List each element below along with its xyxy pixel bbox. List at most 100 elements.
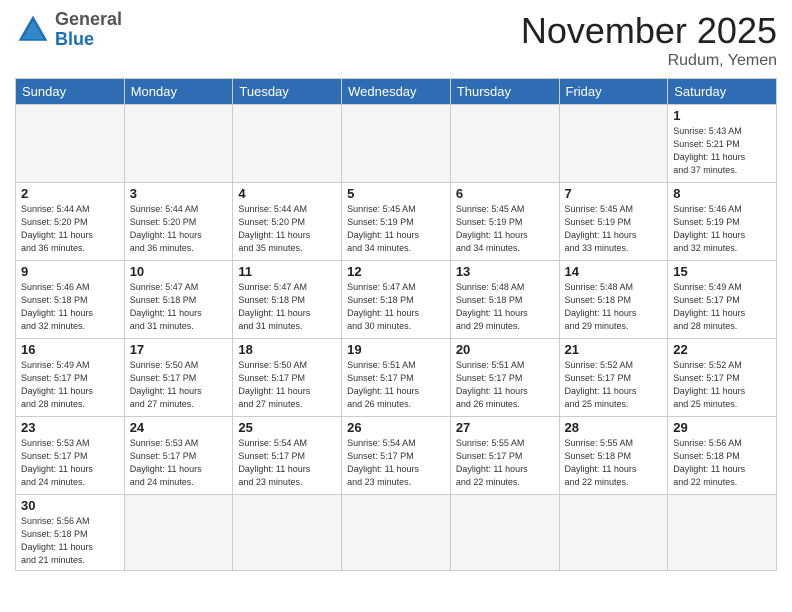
- calendar-cell: 3Sunrise: 5:44 AM Sunset: 5:20 PM Daylig…: [124, 183, 233, 261]
- calendar-cell: 2 Sunrise: 5:44 AM Sunset: 5:20 PM Daylig…: [16, 183, 125, 261]
- day-info: Sunrise: 5:49 AM Sunset: 5:17 PM Dayligh…: [21, 359, 119, 411]
- day-number: 15: [673, 264, 771, 279]
- day-info: Sunrise: 5:45 AM Sunset: 5:19 PM Dayligh…: [456, 203, 554, 255]
- header-saturday: Saturday: [668, 79, 777, 105]
- calendar-cell: 23 Sunrise: 5:53 AM Sunset: 5:17 PM Dayli…: [16, 417, 125, 495]
- logo-text: General Blue: [55, 10, 122, 50]
- logo-icon: [15, 12, 51, 48]
- day-info: Sunrise: 5:47 AM Sunset: 5:18 PM Dayligh…: [130, 281, 228, 333]
- day-number: 8: [673, 186, 771, 201]
- calendar-cell: 22 Sunrise: 5:52 AM Sunset: 5:17 PM Dayli…: [668, 339, 777, 417]
- day-info: Sunrise: 5:47 AM Sunset: 5:18 PM Dayligh…: [238, 281, 336, 333]
- day-info: Sunrise: 5:46 AM Sunset: 5:19 PM Dayligh…: [673, 203, 771, 255]
- day-info: Sunrise: 5:53 AM Sunset: 5:17 PM Dayligh…: [21, 437, 119, 489]
- day-info: Sunrise: 5:55 AM Sunset: 5:18 PM Dayligh…: [565, 437, 663, 489]
- day-number: 16: [21, 342, 119, 357]
- calendar-cell: 5 Sunrise: 5:45 AM Sunset: 5:19 PM Daylig…: [342, 183, 451, 261]
- day-number: 30: [21, 498, 119, 513]
- day-info: Sunrise: 5:54 AM Sunset: 5:17 PM Dayligh…: [238, 437, 336, 489]
- day-number: 23: [21, 420, 119, 435]
- calendar-cell: 15 Sunrise: 5:49 AM Sunset: 5:17 PM Dayli…: [668, 261, 777, 339]
- calendar-cell: 6 Sunrise: 5:45 AM Sunset: 5:19 PM Daylig…: [450, 183, 559, 261]
- day-number: 13: [456, 264, 554, 279]
- day-info: Sunrise: 5:56 AM Sunset: 5:18 PM Dayligh…: [21, 515, 119, 567]
- calendar-cell: [342, 495, 451, 571]
- day-info: Sunrise: 5:51 AM Sunset: 5:17 PM Dayligh…: [456, 359, 554, 411]
- day-info: Sunrise: 5:44 AM Sunset: 5:20 PM Dayligh…: [238, 203, 336, 255]
- calendar-cell: 21 Sunrise: 5:52 AM Sunset: 5:17 PM Dayli…: [559, 339, 668, 417]
- day-number: 22: [673, 342, 771, 357]
- weekday-header-row: Sunday Monday Tuesday Wednesday Thursday…: [16, 79, 777, 105]
- day-number: 2: [21, 186, 119, 201]
- day-info: Sunrise: 5:45 AM Sunset: 5:19 PM Dayligh…: [347, 203, 445, 255]
- calendar-cell: [124, 105, 233, 183]
- calendar-cell: [450, 495, 559, 571]
- calendar-cell: 1Sunrise: 5:43 AM Sunset: 5:21 PM Daylig…: [668, 105, 777, 183]
- calendar-cell: 25Sunrise: 5:54 AM Sunset: 5:17 PM Dayli…: [233, 417, 342, 495]
- day-number: 11: [238, 264, 336, 279]
- calendar: Sunday Monday Tuesday Wednesday Thursday…: [15, 78, 777, 571]
- calendar-cell: 11 Sunrise: 5:47 AM Sunset: 5:18 PM Dayli…: [233, 261, 342, 339]
- location: Rudum, Yemen: [521, 52, 777, 70]
- calendar-cell: [233, 495, 342, 571]
- day-info: Sunrise: 5:46 AM Sunset: 5:18 PM Dayligh…: [21, 281, 119, 333]
- calendar-row: 1Sunrise: 5:43 AM Sunset: 5:21 PM Daylig…: [16, 105, 777, 183]
- month-title: November 2025: [521, 10, 777, 52]
- calendar-cell: 4 Sunrise: 5:44 AM Sunset: 5:20 PM Daylig…: [233, 183, 342, 261]
- day-info: Sunrise: 5:52 AM Sunset: 5:17 PM Dayligh…: [565, 359, 663, 411]
- calendar-cell: 19Sunrise: 5:51 AM Sunset: 5:17 PM Dayli…: [342, 339, 451, 417]
- day-info: Sunrise: 5:50 AM Sunset: 5:17 PM Dayligh…: [238, 359, 336, 411]
- day-number: 18: [238, 342, 336, 357]
- day-number: 29: [673, 420, 771, 435]
- header-wednesday: Wednesday: [342, 79, 451, 105]
- calendar-cell: 18 Sunrise: 5:50 AM Sunset: 5:17 PM Dayli…: [233, 339, 342, 417]
- day-number: 21: [565, 342, 663, 357]
- day-info: Sunrise: 5:54 AM Sunset: 5:17 PM Dayligh…: [347, 437, 445, 489]
- logo: General Blue: [15, 10, 122, 50]
- calendar-cell: 24Sunrise: 5:53 AM Sunset: 5:17 PM Dayli…: [124, 417, 233, 495]
- day-number: 10: [130, 264, 228, 279]
- day-number: 26: [347, 420, 445, 435]
- day-number: 14: [565, 264, 663, 279]
- day-number: 19: [347, 342, 445, 357]
- calendar-cell: [233, 105, 342, 183]
- day-number: 12: [347, 264, 445, 279]
- day-number: 4: [238, 186, 336, 201]
- day-number: 1: [673, 108, 771, 123]
- day-info: Sunrise: 5:44 AM Sunset: 5:20 PM Dayligh…: [21, 203, 119, 255]
- calendar-cell: [559, 495, 668, 571]
- calendar-cell: 7Sunrise: 5:45 AM Sunset: 5:19 PM Daylig…: [559, 183, 668, 261]
- calendar-cell: 12Sunrise: 5:47 AM Sunset: 5:18 PM Dayli…: [342, 261, 451, 339]
- calendar-cell: 30 Sunrise: 5:56 AM Sunset: 5:18 PM Dayli…: [16, 495, 125, 571]
- day-info: Sunrise: 5:55 AM Sunset: 5:17 PM Dayligh…: [456, 437, 554, 489]
- day-info: Sunrise: 5:49 AM Sunset: 5:17 PM Dayligh…: [673, 281, 771, 333]
- calendar-cell: 27Sunrise: 5:55 AM Sunset: 5:17 PM Dayli…: [450, 417, 559, 495]
- day-info: Sunrise: 5:48 AM Sunset: 5:18 PM Dayligh…: [565, 281, 663, 333]
- calendar-cell: 20 Sunrise: 5:51 AM Sunset: 5:17 PM Dayli…: [450, 339, 559, 417]
- logo-general: General: [55, 9, 122, 29]
- calendar-cell: [124, 495, 233, 571]
- page: General Blue November 2025 Rudum, Yemen …: [0, 0, 792, 612]
- day-info: Sunrise: 5:56 AM Sunset: 5:18 PM Dayligh…: [673, 437, 771, 489]
- day-number: 7: [565, 186, 663, 201]
- day-number: 6: [456, 186, 554, 201]
- day-info: Sunrise: 5:48 AM Sunset: 5:18 PM Dayligh…: [456, 281, 554, 333]
- header-monday: Monday: [124, 79, 233, 105]
- day-number: 28: [565, 420, 663, 435]
- calendar-row: 30 Sunrise: 5:56 AM Sunset: 5:18 PM Dayli…: [16, 495, 777, 571]
- calendar-row: 2 Sunrise: 5:44 AM Sunset: 5:20 PM Daylig…: [16, 183, 777, 261]
- header: General Blue November 2025 Rudum, Yemen: [15, 10, 777, 70]
- day-info: Sunrise: 5:52 AM Sunset: 5:17 PM Dayligh…: [673, 359, 771, 411]
- calendar-cell: 29 Sunrise: 5:56 AM Sunset: 5:18 PM Dayli…: [668, 417, 777, 495]
- day-number: 5: [347, 186, 445, 201]
- calendar-row: 23 Sunrise: 5:53 AM Sunset: 5:17 PM Dayli…: [16, 417, 777, 495]
- day-info: Sunrise: 5:50 AM Sunset: 5:17 PM Dayligh…: [130, 359, 228, 411]
- calendar-row: 16 Sunrise: 5:49 AM Sunset: 5:17 PM Dayli…: [16, 339, 777, 417]
- calendar-cell: 26 Sunrise: 5:54 AM Sunset: 5:17 PM Dayli…: [342, 417, 451, 495]
- day-number: 20: [456, 342, 554, 357]
- calendar-cell: [668, 495, 777, 571]
- calendar-cell: [450, 105, 559, 183]
- day-number: 17: [130, 342, 228, 357]
- calendar-cell: 13 Sunrise: 5:48 AM Sunset: 5:18 PM Dayli…: [450, 261, 559, 339]
- day-info: Sunrise: 5:53 AM Sunset: 5:17 PM Dayligh…: [130, 437, 228, 489]
